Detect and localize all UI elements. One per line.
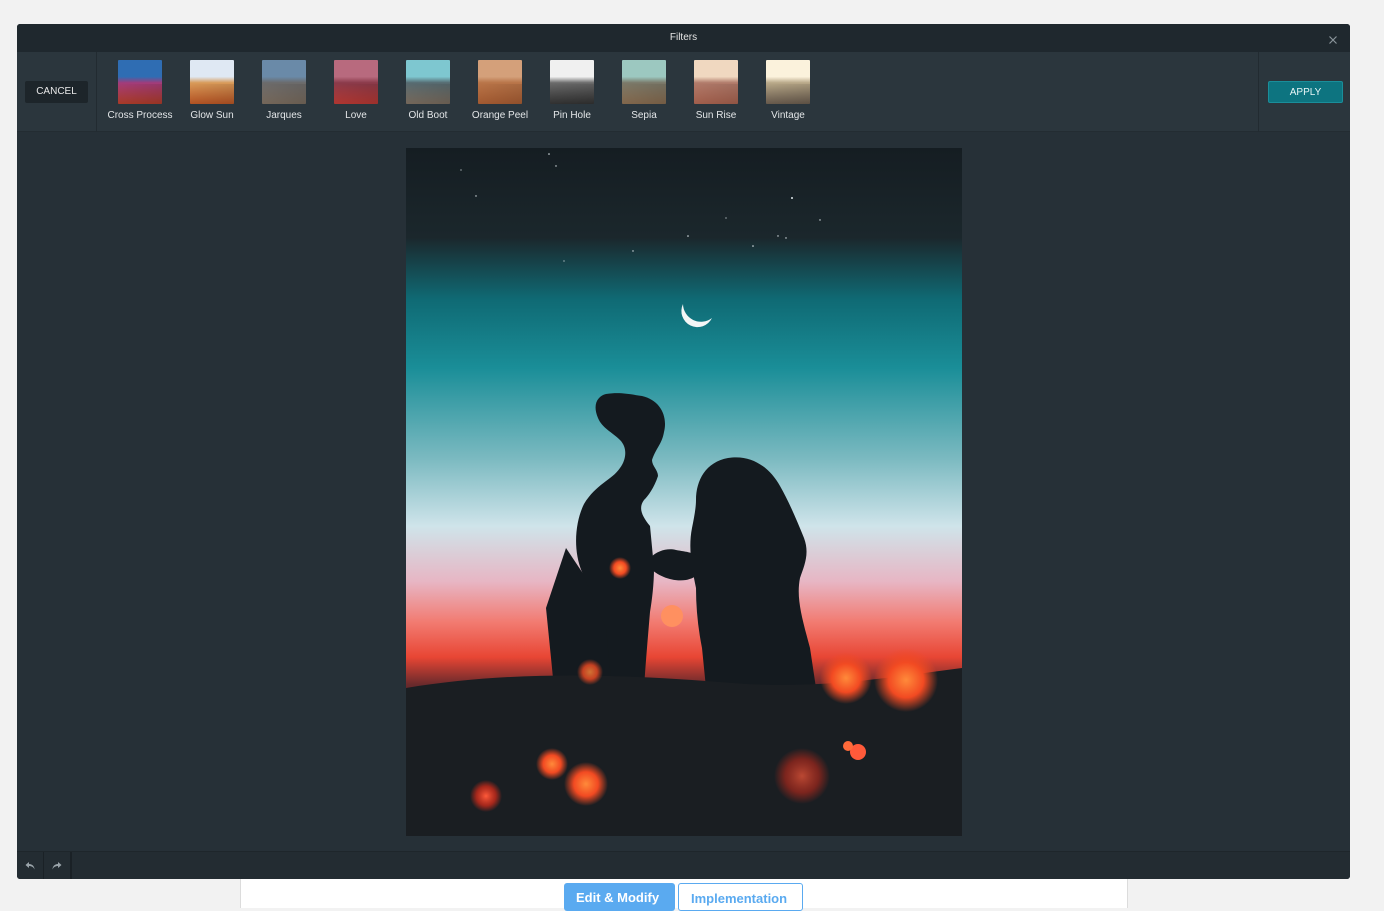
redo-button[interactable] xyxy=(44,852,71,879)
filter-item[interactable]: Love xyxy=(320,60,392,124)
filter-thumbnail xyxy=(406,60,450,104)
cancel-zone: CANCEL xyxy=(17,52,97,132)
filter-item[interactable]: Old Boot xyxy=(392,60,464,124)
filter-item[interactable]: Cross Process xyxy=(104,60,176,124)
filter-item[interactable]: Jarques xyxy=(248,60,320,124)
photo-image xyxy=(406,148,962,836)
filter-item[interactable]: Vintage xyxy=(752,60,824,124)
filter-item[interactable]: Glow Sun xyxy=(176,60,248,124)
modal-title: Filters xyxy=(669,32,698,43)
apply-button[interactable]: APPLY xyxy=(1268,81,1343,103)
filter-item[interactable]: Sepia xyxy=(608,60,680,124)
apply-zone: APPLY xyxy=(1258,52,1350,132)
filter-label: Jarques xyxy=(266,110,302,121)
filter-thumbnail xyxy=(262,60,306,104)
filter-label: Orange Peel xyxy=(471,110,529,121)
history-toolbar xyxy=(17,851,1350,879)
close-icon[interactable] xyxy=(1326,31,1340,45)
filter-item[interactable]: Orange Peel xyxy=(464,60,536,124)
redo-icon xyxy=(52,862,62,870)
implementation-button[interactable]: Implementation xyxy=(678,883,803,911)
filter-label: Glow Sun xyxy=(190,110,234,121)
edited-photo xyxy=(406,148,962,836)
filter-thumbnail xyxy=(622,60,666,104)
filter-item[interactable]: Sun Rise xyxy=(680,60,752,124)
undo-button[interactable] xyxy=(17,852,44,879)
filter-thumbnail xyxy=(118,60,162,104)
filter-label: Old Boot xyxy=(408,110,448,121)
undo-icon xyxy=(25,862,35,870)
editor-canvas xyxy=(17,132,1350,851)
filter-thumbnail xyxy=(550,60,594,104)
filter-list: Cross Process Glow Sun Jarques Love Old Boot… xyxy=(104,60,824,124)
filter-label: Love xyxy=(345,110,367,121)
filter-thumbnail xyxy=(478,60,522,104)
edit-modify-button[interactable]: Edit & Modify xyxy=(564,883,675,911)
filter-thumbnail xyxy=(694,60,738,104)
cancel-button[interactable]: CANCEL xyxy=(25,81,88,103)
filter-toolbar: CANCEL Cross Process Glow Sun Jarques Love O… xyxy=(17,52,1350,132)
filter-label: Vintage xyxy=(771,110,805,121)
filter-thumbnail xyxy=(766,60,810,104)
filter-thumbnail xyxy=(190,60,234,104)
toolbar-divider xyxy=(71,852,72,879)
filter-label: Pin Hole xyxy=(553,110,591,121)
modal-header: Filters xyxy=(17,24,1350,52)
filter-item[interactable]: Pin Hole xyxy=(536,60,608,124)
filters-modal: Filters CANCEL Cross Process Glow Sun Jarq… xyxy=(17,24,1350,879)
filter-label: Sepia xyxy=(631,110,657,121)
filter-label: Sun Rise xyxy=(695,110,737,121)
filter-label: Cross Process xyxy=(107,110,173,121)
filter-thumbnail xyxy=(334,60,378,104)
